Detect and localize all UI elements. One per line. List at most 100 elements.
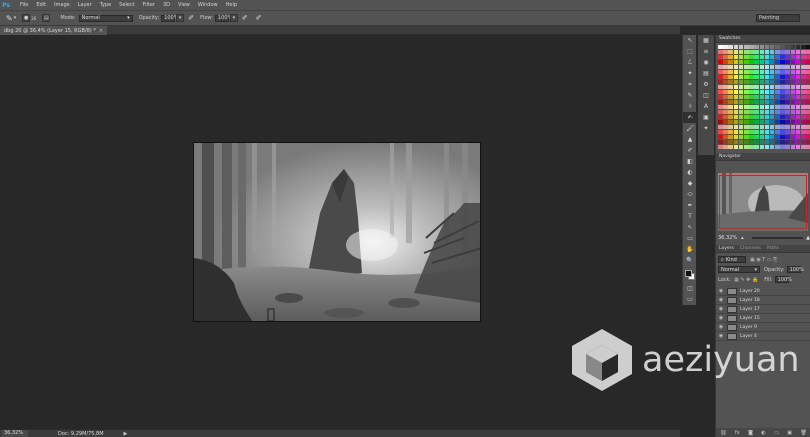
- gradient-tool-icon[interactable]: ◧: [683, 156, 697, 167]
- color-swatch[interactable]: [780, 54, 785, 60]
- layer-filter-kind[interactable]: ⌕ Kind: [718, 256, 746, 264]
- color-swatch[interactable]: [775, 69, 780, 75]
- color-swatch[interactable]: [806, 124, 810, 130]
- color-swatch[interactable]: [806, 129, 810, 135]
- color-swatch[interactable]: [769, 104, 775, 110]
- color-swatch[interactable]: [795, 59, 801, 65]
- color-swatch[interactable]: [759, 79, 765, 85]
- color-swatch[interactable]: [718, 124, 723, 130]
- color-swatch[interactable]: [801, 89, 806, 95]
- new-group-icon[interactable]: ▭: [774, 430, 779, 436]
- color-swatch[interactable]: [790, 79, 796, 85]
- color-swatch[interactable]: [733, 129, 739, 135]
- color-swatch[interactable]: [728, 144, 733, 150]
- color-swatch[interactable]: [769, 134, 775, 140]
- color-swatch[interactable]: [806, 79, 810, 85]
- menu-help[interactable]: Help: [226, 2, 237, 8]
- color-swatch[interactable]: [769, 79, 775, 85]
- marquee-tool-icon[interactable]: ⬚: [683, 46, 697, 57]
- color-swatch[interactable]: [790, 59, 796, 65]
- color-swatch[interactable]: [759, 134, 765, 140]
- color-swatch[interactable]: [780, 74, 785, 80]
- color-swatch[interactable]: [723, 114, 728, 120]
- paragraph-panel-icon[interactable]: ▣: [698, 112, 714, 123]
- color-swatch[interactable]: [743, 84, 749, 90]
- color-swatch[interactable]: [785, 74, 791, 80]
- color-swatch[interactable]: [764, 59, 770, 65]
- color-swatch[interactable]: [738, 124, 744, 130]
- color-swatch[interactable]: [785, 129, 791, 135]
- color-swatch[interactable]: [790, 124, 796, 130]
- color-swatch[interactable]: [754, 89, 759, 95]
- menu-file[interactable]: File: [20, 2, 28, 8]
- color-swatch[interactable]: [764, 119, 770, 125]
- pen-tool-icon[interactable]: ✒: [683, 200, 697, 211]
- color-swatch[interactable]: [785, 89, 791, 95]
- document-tab[interactable]: dbg 20 @ 36,4% (Layer 15, RGB/8) * ×: [0, 26, 108, 35]
- color-swatch[interactable]: [806, 45, 810, 50]
- color-swatch[interactable]: [790, 54, 796, 60]
- color-swatch[interactable]: [738, 64, 744, 70]
- color-swatch[interactable]: [718, 119, 723, 125]
- color-swatch[interactable]: [785, 49, 791, 55]
- visibility-eye-icon[interactable]: ◉: [718, 306, 724, 312]
- color-swatch[interactable]: [743, 59, 749, 65]
- layer-row[interactable]: ◉ Layer 20: [716, 287, 810, 297]
- color-swatch[interactable]: [754, 54, 759, 60]
- color-swatch[interactable]: [785, 104, 791, 110]
- color-swatch[interactable]: [733, 49, 739, 55]
- color-swatch[interactable]: [806, 109, 810, 115]
- color-swatch[interactable]: [806, 94, 810, 100]
- color-swatch[interactable]: [743, 109, 749, 115]
- color-swatch[interactable]: [738, 49, 744, 55]
- color-swatch[interactable]: [728, 49, 733, 55]
- color-swatch[interactable]: [795, 134, 801, 140]
- color-swatch[interactable]: [738, 129, 744, 135]
- color-swatch[interactable]: [795, 129, 801, 135]
- brush-panel-toggle[interactable]: ▤: [42, 14, 51, 22]
- color-swatch[interactable]: [723, 45, 728, 50]
- blur-tool-icon[interactable]: ◐: [683, 167, 697, 178]
- color-swatch[interactable]: [749, 104, 754, 110]
- color-swatch[interactable]: [718, 129, 723, 135]
- color-swatch[interactable]: [785, 54, 791, 60]
- color-swatch[interactable]: [764, 54, 770, 60]
- color-swatch[interactable]: [790, 84, 796, 90]
- color-swatch[interactable]: [749, 119, 754, 125]
- color-swatch[interactable]: [806, 59, 810, 65]
- navigator-view-box[interactable]: [719, 175, 807, 230]
- color-swatch[interactable]: [785, 69, 791, 75]
- layer-style-icon[interactable]: fx: [735, 430, 740, 436]
- color-swatch[interactable]: [743, 124, 749, 130]
- color-swatch[interactable]: [733, 54, 739, 60]
- color-swatch[interactable]: [723, 134, 728, 140]
- color-swatch[interactable]: [738, 45, 744, 50]
- color-swatch[interactable]: [723, 59, 728, 65]
- color-swatch[interactable]: [733, 119, 739, 125]
- mode-select[interactable]: Normal ▾: [78, 14, 133, 22]
- color-swatch[interactable]: [728, 45, 733, 50]
- color-swatch[interactable]: [806, 139, 810, 145]
- zoom-level[interactable]: 36,32%: [2, 430, 28, 437]
- color-swatch[interactable]: [728, 64, 733, 70]
- color-swatch[interactable]: [743, 74, 749, 80]
- color-swatch[interactable]: [769, 59, 775, 65]
- color-swatch[interactable]: [759, 109, 765, 115]
- menu-layer[interactable]: Layer: [78, 2, 92, 8]
- color-swatch[interactable]: [764, 114, 770, 120]
- color-swatch[interactable]: [790, 134, 796, 140]
- color-swatch[interactable]: [723, 84, 728, 90]
- color-swatch[interactable]: [754, 45, 759, 50]
- lock-icons[interactable]: ▦ ✎ ✥ 🔒: [734, 277, 758, 283]
- color-swatch[interactable]: [738, 104, 744, 110]
- color-swatch[interactable]: [775, 129, 780, 135]
- color-swatch[interactable]: [718, 139, 723, 145]
- color-swatch[interactable]: [759, 54, 765, 60]
- color-swatch[interactable]: [749, 124, 754, 130]
- color-swatch[interactable]: [795, 114, 801, 120]
- color-swatch[interactable]: [754, 119, 759, 125]
- color-chips[interactable]: [683, 269, 696, 283]
- color-swatch[interactable]: [780, 84, 785, 90]
- visibility-eye-icon[interactable]: ◉: [718, 297, 724, 303]
- color-swatch[interactable]: [801, 49, 806, 55]
